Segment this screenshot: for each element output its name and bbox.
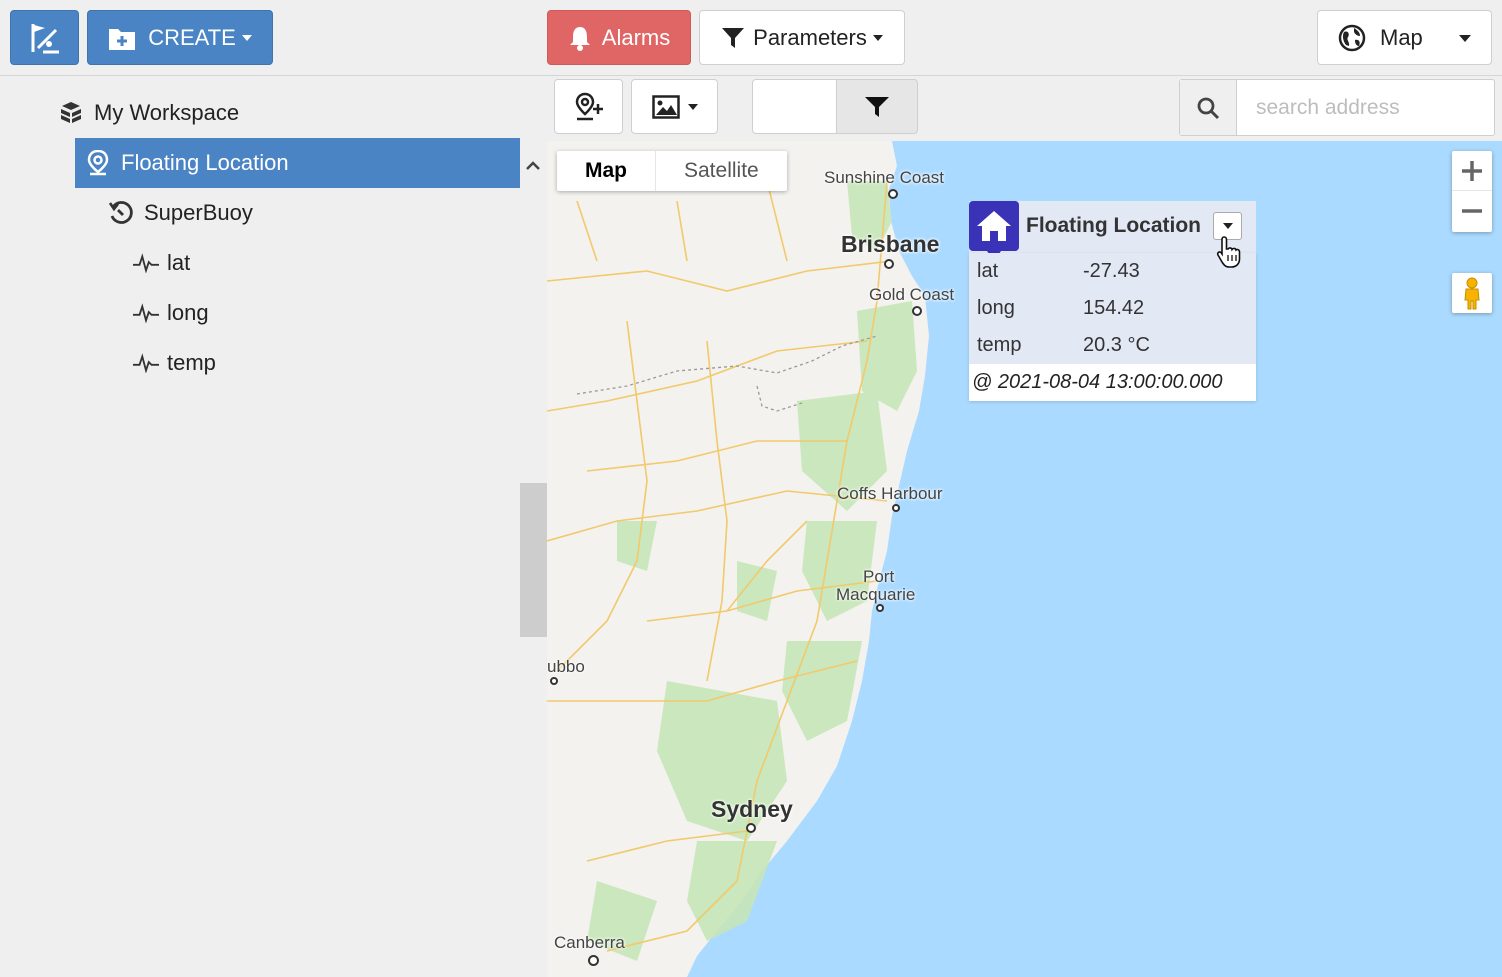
pulse-icon	[133, 250, 159, 276]
ruler-flag-icon	[31, 23, 59, 53]
city-marker	[912, 306, 922, 316]
zoom-control	[1452, 151, 1492, 232]
city-label-sydney: Sydney	[711, 796, 793, 822]
map-type-map[interactable]: Map	[557, 151, 656, 191]
city-label-macquarie: Macquarie	[836, 585, 916, 604]
view-select[interactable]: Map	[1317, 10, 1492, 65]
tree-item-temp[interactable]: temp	[133, 338, 216, 388]
workspace-tree: My Workspace Floating Location SuperBuoy…	[0, 77, 547, 977]
street-view-pegman[interactable]	[1452, 273, 1492, 313]
city-label-brisbane: Brisbane	[841, 231, 940, 257]
view-label: Map	[1380, 24, 1423, 50]
popup-key: temp	[977, 334, 1022, 356]
city-marker	[892, 504, 900, 512]
tree-item-label: temp	[167, 350, 216, 375]
popup-timestamp: @ 2021-08-04 13:00:00.000	[972, 371, 1223, 393]
tree-workspace-label: My Workspace	[94, 100, 240, 125]
city-label-sunshine-coast: Sunshine Coast	[824, 168, 945, 187]
tree-item-long[interactable]: long	[133, 288, 209, 338]
popup-body: lat -27.43 long 154.42 temp 20.3 °C @ 20…	[969, 253, 1256, 401]
filter-icon	[865, 96, 889, 117]
city-label-port: Port	[863, 567, 895, 586]
city-marker	[550, 677, 558, 685]
tree-item-label: Floating Location	[121, 150, 289, 175]
filter-icon	[722, 27, 745, 48]
tree-item-superbuoy[interactable]: SuperBuoy	[108, 188, 253, 238]
popup-value: -27.43	[1083, 260, 1140, 282]
search-icon	[1197, 97, 1220, 119]
chevron-down-icon	[687, 103, 698, 110]
history-icon	[108, 200, 134, 226]
tree-item-label: lat	[167, 250, 191, 275]
pegman-icon	[1464, 277, 1480, 310]
city-label-coffs-harbour: Coffs Harbour	[837, 484, 943, 503]
tree-item-label: long	[167, 300, 209, 325]
map-pin-icon	[85, 150, 111, 176]
search-button[interactable]	[1180, 80, 1237, 135]
city-label-canberra: Canberra	[554, 933, 625, 952]
chevron-down-icon	[1222, 223, 1233, 229]
tree-item-lat[interactable]: lat	[133, 238, 190, 288]
popup-value: 154.42	[1083, 297, 1145, 319]
image-layer-button[interactable]	[631, 79, 718, 134]
hand-cursor-icon	[1216, 236, 1241, 268]
pulse-icon	[133, 300, 159, 326]
popup-row: long 154.42	[969, 290, 1256, 327]
chevron-down-icon	[1459, 35, 1471, 42]
home-icon	[977, 211, 1011, 241]
popup-title: Floating Location	[1026, 214, 1201, 237]
city-marker	[746, 823, 756, 833]
image-icon	[651, 94, 680, 119]
chevron-up-icon	[526, 161, 540, 170]
map-type-satellite[interactable]: Satellite	[656, 151, 787, 191]
address-search	[1179, 79, 1495, 136]
filter-value-box[interactable]	[752, 79, 837, 134]
search-address-input[interactable]	[1238, 80, 1494, 135]
pulse-icon	[133, 350, 159, 376]
city-marker	[876, 604, 884, 612]
alarms-label: Alarms	[601, 24, 671, 50]
city-label-gold-coast: Gold Coast	[869, 285, 955, 304]
tree-item-label: SuperBuoy	[144, 200, 253, 225]
parameters-label: Parameters	[753, 24, 867, 50]
popup-key: lat	[977, 260, 999, 282]
map-type-control: Map Satellite	[557, 151, 787, 191]
popup-row: temp 20.3 °C	[969, 327, 1256, 364]
marker-house[interactable]	[969, 201, 1019, 261]
popup-key: long	[977, 297, 1015, 319]
tree-workspace[interactable]: My Workspace	[58, 88, 239, 138]
scroll-up-button[interactable]	[522, 157, 544, 175]
alarms-button[interactable]: Alarms	[547, 10, 691, 65]
zoom-out-button[interactable]	[1452, 191, 1492, 231]
cubes-icon	[58, 100, 84, 126]
tree-scrollbar-thumb[interactable]	[520, 483, 547, 637]
create-button[interactable]: CREATE	[87, 10, 273, 65]
globe-icon	[1338, 24, 1366, 51]
tree-item-floating-location[interactable]: Floating Location	[75, 138, 520, 188]
chevron-down-icon	[872, 34, 883, 41]
add-location-button[interactable]	[554, 79, 623, 134]
city-marker	[884, 259, 894, 269]
city-marker	[588, 955, 599, 966]
popup-value: 20.3 °C	[1083, 334, 1150, 356]
folder-plus-icon	[109, 28, 136, 50]
parameters-button[interactable]: Parameters	[699, 10, 905, 65]
city-label-dubbo: ubbo	[547, 657, 585, 676]
minus-icon	[1462, 209, 1482, 213]
map-pin-plus-icon	[575, 92, 603, 120]
plus-icon	[1462, 160, 1482, 181]
city-marker	[888, 189, 898, 199]
popup-row: lat -27.43	[969, 253, 1256, 290]
bell-icon	[569, 26, 590, 51]
zoom-in-button[interactable]	[1452, 151, 1492, 191]
map-canvas[interactable]: Sunshine Coast Brisbane Gold Coast Coffs…	[547, 141, 1502, 977]
chevron-down-icon	[241, 34, 252, 41]
filter-button[interactable]	[836, 79, 918, 134]
create-label: CREATE	[148, 24, 236, 50]
tool-button[interactable]	[10, 10, 79, 65]
top-toolbar: CREATE Alarms Parameters Map	[0, 0, 1502, 76]
